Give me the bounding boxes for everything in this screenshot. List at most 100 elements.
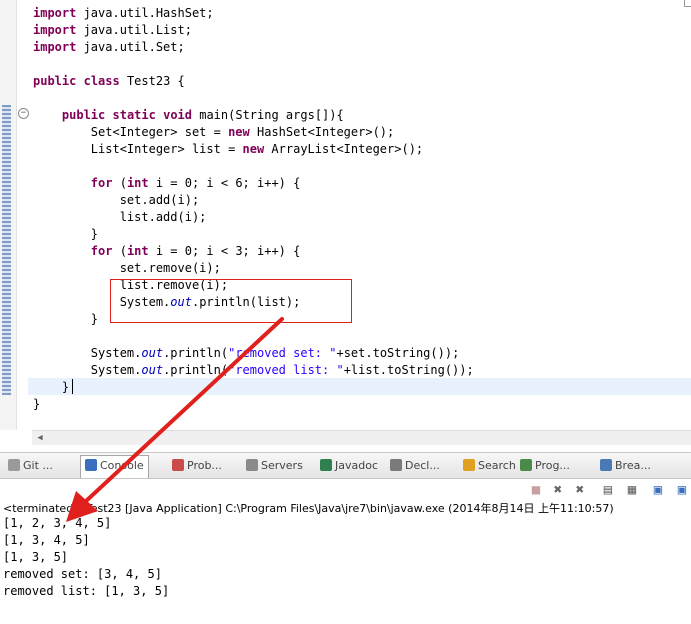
tab-label: Brea... — [615, 459, 651, 472]
console-output-line: [1, 2, 3, 4, 5] — [3, 516, 112, 530]
code-line[interactable]: System.out.println("removed set: "+set.t… — [33, 345, 460, 362]
code-token: main(String args[]){ — [192, 108, 344, 122]
code-token: } — [33, 380, 70, 394]
tab-progress[interactable]: Prog... — [520, 456, 570, 475]
code-token: ( — [112, 244, 127, 258]
keyword-token: new — [242, 142, 265, 156]
code-line[interactable]: } — [33, 311, 98, 328]
code-line[interactable]: Set<Integer> set = new HashSet<Integer>(… — [33, 124, 394, 141]
code-line[interactable]: for (int i = 0; i < 6; i++) { — [33, 175, 301, 192]
servers-icon — [246, 459, 258, 471]
code-line[interactable]: public static void main(String args[]){ — [33, 107, 344, 124]
keyword-token: for — [90, 244, 113, 258]
code-token: list.add(i); — [33, 210, 207, 224]
scroll-lock-icon[interactable]: ▦ — [624, 482, 640, 498]
console-output-line: [1, 3, 5] — [3, 550, 69, 564]
string-token: "removed list: " — [228, 363, 344, 377]
code-line[interactable]: } — [33, 379, 69, 396]
string-token: "removed set: " — [228, 346, 337, 360]
code-token: set.add(i); — [33, 193, 200, 207]
tab-servers[interactable]: Servers — [246, 456, 303, 475]
breakpoints-icon — [600, 459, 612, 471]
terminate-icon[interactable]: ■ — [528, 482, 544, 498]
tab-breakpoints[interactable]: Brea... — [600, 456, 651, 475]
scroll-left-icon[interactable]: ◀ — [34, 432, 46, 444]
code-line[interactable]: } — [33, 226, 98, 243]
overview-ruler-marker — [684, 0, 691, 7]
tab-declaration[interactable]: Decl... — [390, 456, 440, 475]
current-line-highlight — [28, 378, 691, 395]
tab-label: Prog... — [535, 459, 570, 472]
field-token: out — [141, 346, 164, 360]
annotation-highlight-box — [110, 279, 352, 323]
code-editor[interactable]: − import java.util.HashSet; import java.u… — [0, 0, 691, 430]
keyword-token: int — [126, 244, 149, 258]
keyword-token: public — [61, 108, 106, 122]
progress-icon — [520, 459, 532, 471]
declaration-icon — [390, 459, 402, 471]
console-status-line: <terminated> Test23 [Java Application] C… — [3, 502, 614, 515]
keyword-token: static — [112, 108, 156, 122]
tab-label: Console — [100, 459, 144, 472]
keyword-token: import — [33, 23, 77, 37]
code-line[interactable]: import java.util.HashSet; — [33, 5, 214, 22]
code-token: List<Integer> list = — [33, 142, 243, 156]
code-line[interactable]: } — [33, 396, 40, 413]
tab-git[interactable]: Git ... — [8, 456, 53, 475]
console-view: Git ... Console Prob... Servers Javadoc Decl.… — [0, 452, 691, 624]
code-token: Set<Integer> set = — [33, 125, 229, 139]
code-line[interactable]: import java.util.Set; — [33, 39, 185, 56]
git-icon — [8, 459, 20, 471]
pin-console-icon[interactable]: ▣ — [650, 482, 666, 498]
keyword-token: new — [228, 125, 250, 139]
console-icon — [85, 459, 97, 471]
tab-search[interactable]: Search — [463, 456, 516, 475]
code-token: .println( — [163, 346, 229, 360]
code-token: } — [33, 397, 41, 411]
code-token: Test23 { — [119, 74, 185, 88]
field-token: out — [141, 363, 164, 377]
tab-problems[interactable]: Prob... — [172, 456, 222, 475]
editor-horizontal-scrollbar[interactable]: ◀ — [32, 430, 691, 445]
code-line[interactable]: public class Test23 { — [33, 73, 185, 90]
code-line[interactable]: for (int i = 0; i < 3; i++) { — [33, 243, 301, 260]
code-token: } — [33, 227, 99, 241]
code-line[interactable]: import java.util.List; — [33, 22, 192, 39]
javadoc-icon — [320, 459, 332, 471]
keyword-token: int — [126, 176, 149, 190]
tab-javadoc[interactable]: Javadoc — [320, 456, 378, 475]
code-line[interactable]: set.add(i); — [33, 192, 199, 209]
console-output-line: [1, 3, 4, 5] — [3, 533, 90, 547]
code-token: +set.toString()); — [336, 346, 460, 360]
code-token: java.util.HashSet; — [76, 6, 214, 20]
keyword-token: void — [163, 108, 192, 122]
tab-label: Git ... — [23, 459, 53, 472]
console-output-line: removed set: [3, 4, 5] — [3, 567, 162, 581]
keyword-token: import — [33, 40, 77, 54]
console-output-line: removed list: [1, 3, 5] — [3, 584, 170, 598]
code-token: System. — [33, 363, 142, 377]
problems-icon — [172, 459, 184, 471]
code-line[interactable]: list.add(i); — [33, 209, 207, 226]
view-tab-bar: Git ... Console Prob... Servers Javadoc Decl.… — [0, 452, 691, 479]
code-line[interactable]: System.out.println("removed list: "+list… — [33, 362, 474, 379]
change-indicator-bar — [2, 105, 11, 395]
text-cursor — [72, 379, 73, 394]
code-line[interactable]: List<Integer> list = new ArrayList<Integ… — [33, 141, 423, 158]
remove-launch-icon[interactable]: ✖ — [550, 482, 566, 498]
display-console-icon[interactable]: ▣ — [674, 482, 690, 498]
code-token: i = 0; i < 3; i++) { — [148, 244, 301, 258]
fold-toggle-icon[interactable]: − — [18, 108, 29, 119]
code-token: HashSet<Integer>(); — [249, 125, 395, 139]
tab-console[interactable]: Console — [80, 455, 149, 478]
clear-console-icon[interactable]: ▤ — [600, 482, 616, 498]
code-token: .println( — [163, 363, 229, 377]
code-line[interactable]: set.remove(i); — [33, 260, 221, 277]
remove-all-terminated-icon[interactable]: ✖ — [572, 482, 588, 498]
